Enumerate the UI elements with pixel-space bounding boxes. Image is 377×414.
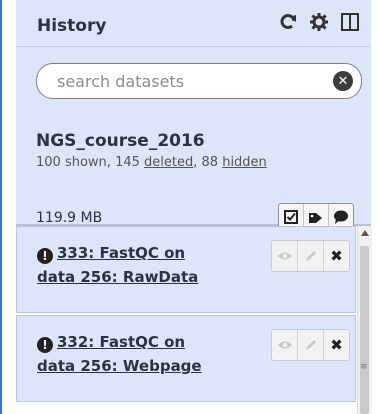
eye-icon[interactable] xyxy=(272,330,298,360)
dataset-list: ! 333: FastQC on data 256: RawData ✖ ! 3… xyxy=(16,226,356,414)
eye-icon[interactable] xyxy=(272,241,298,271)
hidden-count: 88 xyxy=(201,155,219,170)
dataset-title-line-2[interactable]: data 256: Webpage xyxy=(37,357,202,375)
dataset-actions: ✖ xyxy=(271,329,350,361)
dataset-title[interactable]: ! 333: FastQC on data 256: RawData xyxy=(37,241,247,289)
shown-count-text: 100 shown, xyxy=(36,155,116,170)
dataset-title-line-1[interactable]: 333: FastQC on xyxy=(57,244,185,262)
dataset-list-scrollbar[interactable]: ≡ xyxy=(357,226,372,414)
scrollbar-thumb[interactable] xyxy=(360,246,369,414)
scroll-up-arrow-icon[interactable] xyxy=(361,230,369,236)
error-alert-icon: ! xyxy=(37,248,53,264)
dataset-title-line-2[interactable]: data 256: RawData xyxy=(37,268,198,286)
header-icon-group xyxy=(277,10,361,34)
delete-icon[interactable]: ✖ xyxy=(324,330,349,360)
history-counts: 100 shown, 145 deleted, 88 hidden xyxy=(36,155,267,170)
deleted-count: 145 xyxy=(115,155,140,170)
history-size: 119.9 MB xyxy=(36,210,103,226)
panel-title: History xyxy=(37,16,107,36)
dataset-title[interactable]: ! 332: FastQC on data 256: Webpage xyxy=(37,330,247,378)
history-header: History xyxy=(16,0,371,47)
dataset-title-line-1[interactable]: 332: FastQC on xyxy=(57,333,185,351)
gear-icon[interactable] xyxy=(308,10,330,34)
search-input[interactable] xyxy=(51,69,333,93)
dataset-item[interactable]: ! 333: FastQC on data 256: RawData ✖ xyxy=(16,226,356,313)
dataset-item[interactable]: ! 332: FastQC on data 256: Webpage ✖ xyxy=(16,315,356,402)
scroll-grip-icon: ≡ xyxy=(360,362,368,372)
error-alert-icon: ! xyxy=(37,337,53,353)
history-controls: ✕ NGS_course_2016 100 shown, 145 deleted… xyxy=(16,47,371,231)
search-box: ✕ xyxy=(36,63,362,99)
history-name[interactable]: NGS_course_2016 xyxy=(36,131,205,151)
columns-icon[interactable] xyxy=(339,10,361,34)
refresh-icon[interactable] xyxy=(277,10,299,34)
delete-icon[interactable]: ✖ xyxy=(324,241,349,271)
pencil-icon[interactable] xyxy=(298,330,324,360)
left-accent-rule xyxy=(0,0,2,414)
history-panel: History search datasets ✕ NGS_course_201… xyxy=(16,0,372,414)
hidden-link[interactable]: hidden xyxy=(222,155,267,170)
deleted-link[interactable]: deleted xyxy=(144,155,193,170)
dataset-actions: ✖ xyxy=(271,240,350,272)
pencil-icon[interactable] xyxy=(298,241,324,271)
counts-separator: , xyxy=(193,155,202,170)
clear-search-icon[interactable]: ✕ xyxy=(333,71,353,91)
